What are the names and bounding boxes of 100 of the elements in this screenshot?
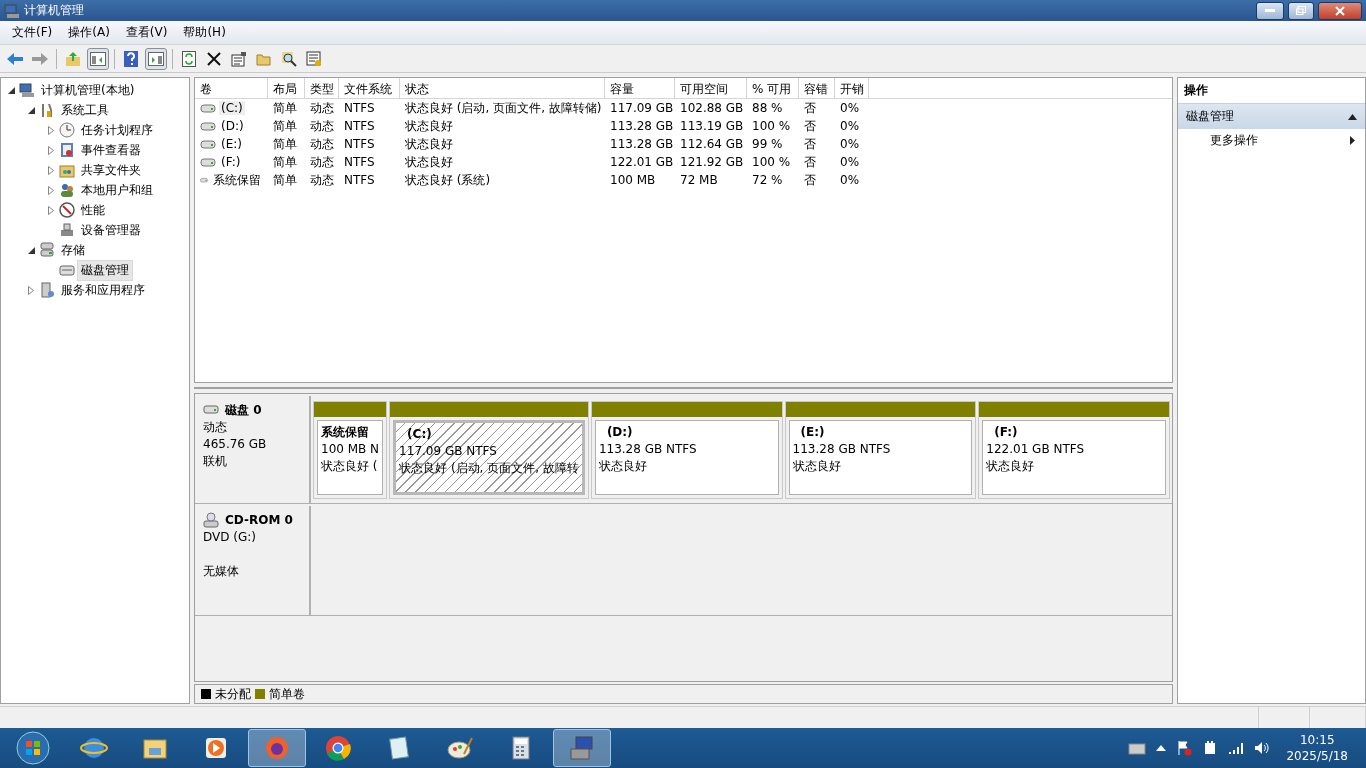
menu-item[interactable]: 帮助(H)	[175, 22, 234, 43]
partition-body[interactable]: (C:) 117.09 GB NTFS 状态良好 (启动, 页面文件, 故障转	[393, 420, 585, 495]
tree-item[interactable]: 磁盘管理	[77, 259, 133, 281]
column-header[interactable]: 容量	[605, 78, 675, 98]
window-title: 计算机管理	[24, 2, 85, 19]
menu-item[interactable]: 文件(F)	[4, 22, 61, 43]
column-header[interactable]: 开销	[835, 78, 869, 98]
table-cell-text: 121.92 GB	[679, 155, 745, 169]
collapsed-arrow-icon[interactable]	[48, 185, 54, 195]
volume-name[interactable]: 系统保留	[211, 171, 263, 189]
table-cell-text: 0%	[839, 119, 861, 133]
tree-item[interactable]: 系统工具	[57, 99, 113, 121]
taskbar-app[interactable]	[553, 729, 611, 767]
table-cell-text: 简单	[272, 117, 298, 135]
expanded-arrow-icon[interactable]	[7, 86, 15, 94]
tree-item[interactable]: 事件查看器	[77, 139, 145, 161]
table-cell-text: 动态	[309, 99, 335, 117]
tree-item[interactable]: 共享文件夹	[77, 159, 145, 181]
disk-name: CD-ROM 0	[225, 512, 293, 528]
table-cell-text: 100 %	[751, 119, 792, 133]
action-item[interactable]: 更多操作	[1178, 129, 1365, 152]
folder-icon	[59, 162, 75, 178]
table-cell-text: 否	[803, 171, 817, 189]
minimize-button[interactable]	[1256, 1, 1284, 20]
volume-name[interactable]: (F:)	[219, 155, 243, 169]
collapse-arrow-icon[interactable]	[1348, 113, 1357, 120]
flag-icon[interactable]	[1176, 740, 1193, 756]
panel-left-icon	[90, 51, 106, 66]
column-header[interactable]: 状态	[400, 78, 605, 98]
tree-item[interactable]: 性能	[77, 199, 109, 221]
column-header[interactable]: 文件系统	[339, 78, 400, 98]
table-cell-text: 简单	[272, 153, 298, 171]
tree-item[interactable]: 设备管理器	[77, 219, 145, 241]
partition[interactable]: (C:) 117.09 GB NTFS 状态良好 (启动, 页面文件, 故障转	[389, 401, 589, 499]
tree-item[interactable]: 计算机管理(本地)	[37, 79, 139, 101]
partition[interactable]: (F:) 122.01 GB NTFS 状态良好	[978, 401, 1170, 499]
menu-item[interactable]: 查看(V)	[117, 22, 176, 43]
table-cell-text: 动态	[309, 117, 335, 135]
column-header[interactable]: 类型	[305, 78, 339, 98]
partition-size: 117.09 GB NTFS	[399, 443, 498, 460]
column-header[interactable]: 卷	[195, 78, 268, 98]
collapsed-arrow-icon[interactable]	[28, 285, 34, 295]
table-cell-text: NTFS	[343, 119, 376, 133]
partition-status: 状态良好	[598, 458, 648, 475]
collapsed-arrow-icon[interactable]	[48, 125, 54, 135]
caret-up-icon[interactable]	[1156, 745, 1167, 751]
column-header[interactable]: 可用空间	[675, 78, 747, 98]
table-cell-text: 动态	[309, 135, 335, 153]
partition-status: 状态良好	[792, 458, 842, 475]
restore-button[interactable]	[1288, 1, 1314, 20]
tree-item[interactable]: 存储	[57, 239, 89, 261]
users-icon	[59, 182, 75, 198]
table-cell-text: 100 %	[751, 155, 792, 169]
partition[interactable]: (E:) 113.28 GB NTFS 状态良好	[784, 401, 977, 499]
volume-name[interactable]: (C:)	[219, 101, 245, 115]
partition-size: 113.28 GB NTFS	[598, 441, 698, 458]
legend-label: 简单卷	[269, 685, 305, 703]
printer-icon	[59, 222, 75, 238]
table-cell-text: NTFS	[343, 173, 376, 187]
collapsed-arrow-icon[interactable]	[48, 145, 54, 155]
volume-name[interactable]: (E:)	[219, 137, 244, 151]
menu-item[interactable]: 操作(A)	[60, 22, 118, 43]
table-cell-text: 状态良好	[404, 117, 454, 135]
table-cell-text: 简单	[272, 171, 298, 189]
actions-section[interactable]: 磁盘管理	[1178, 104, 1365, 129]
table-cell-text: 否	[803, 117, 817, 135]
close-button[interactable]	[1318, 1, 1362, 20]
expanded-arrow-icon[interactable]	[27, 106, 35, 114]
close-icon	[1335, 5, 1345, 16]
delete-icon	[207, 51, 221, 66]
volume-name[interactable]: (D:)	[219, 119, 246, 133]
show-actions-button[interactable]	[145, 47, 167, 70]
taskbar-app[interactable]	[248, 729, 306, 767]
disk-detail: 465.76 GB	[203, 436, 268, 452]
partition-body[interactable]: (D:) 113.28 GB NTFS 状态良好	[594, 420, 779, 495]
show-tree-button[interactable]	[87, 47, 109, 70]
table-cell-text: 99 %	[751, 137, 784, 151]
minimize-icon	[1265, 8, 1275, 13]
collapsed-arrow-icon[interactable]	[48, 165, 54, 175]
partition[interactable]: 系统保留 100 MB N 状态良好 (	[313, 401, 388, 499]
collapsed-arrow-icon[interactable]	[48, 205, 54, 215]
tree-item[interactable]: 任务计划程序	[77, 119, 157, 141]
back-arrow-icon	[6, 51, 24, 66]
speaker-icon[interactable]	[1254, 740, 1271, 756]
clock[interactable]: 10:15 2025/5/18	[1280, 732, 1354, 764]
partition-body[interactable]: 系统保留 100 MB N 状态良好 (	[317, 420, 384, 495]
table-cell-text: 否	[803, 135, 817, 153]
column-header[interactable]: 布局	[268, 78, 305, 98]
table-cell-text: 简单	[272, 135, 298, 153]
partition[interactable]: (D:) 113.28 GB NTFS 状态良好	[590, 401, 783, 499]
column-header[interactable]: 容错	[799, 78, 835, 98]
tree-item[interactable]: 服务和应用程序	[57, 279, 149, 301]
tree-item[interactable]: 本地用户和组	[77, 179, 157, 201]
partition-body[interactable]: (E:) 113.28 GB NTFS 状态良好	[788, 420, 973, 495]
partition-body[interactable]: (F:) 122.01 GB NTFS 状态良好	[982, 420, 1166, 495]
expanded-arrow-icon[interactable]	[27, 246, 35, 254]
signal-icon[interactable]	[1228, 740, 1245, 756]
table-cell-text: 0%	[839, 101, 861, 115]
column-header[interactable]: % 可用	[747, 78, 799, 98]
partition-title: (D:)	[605, 424, 634, 441]
